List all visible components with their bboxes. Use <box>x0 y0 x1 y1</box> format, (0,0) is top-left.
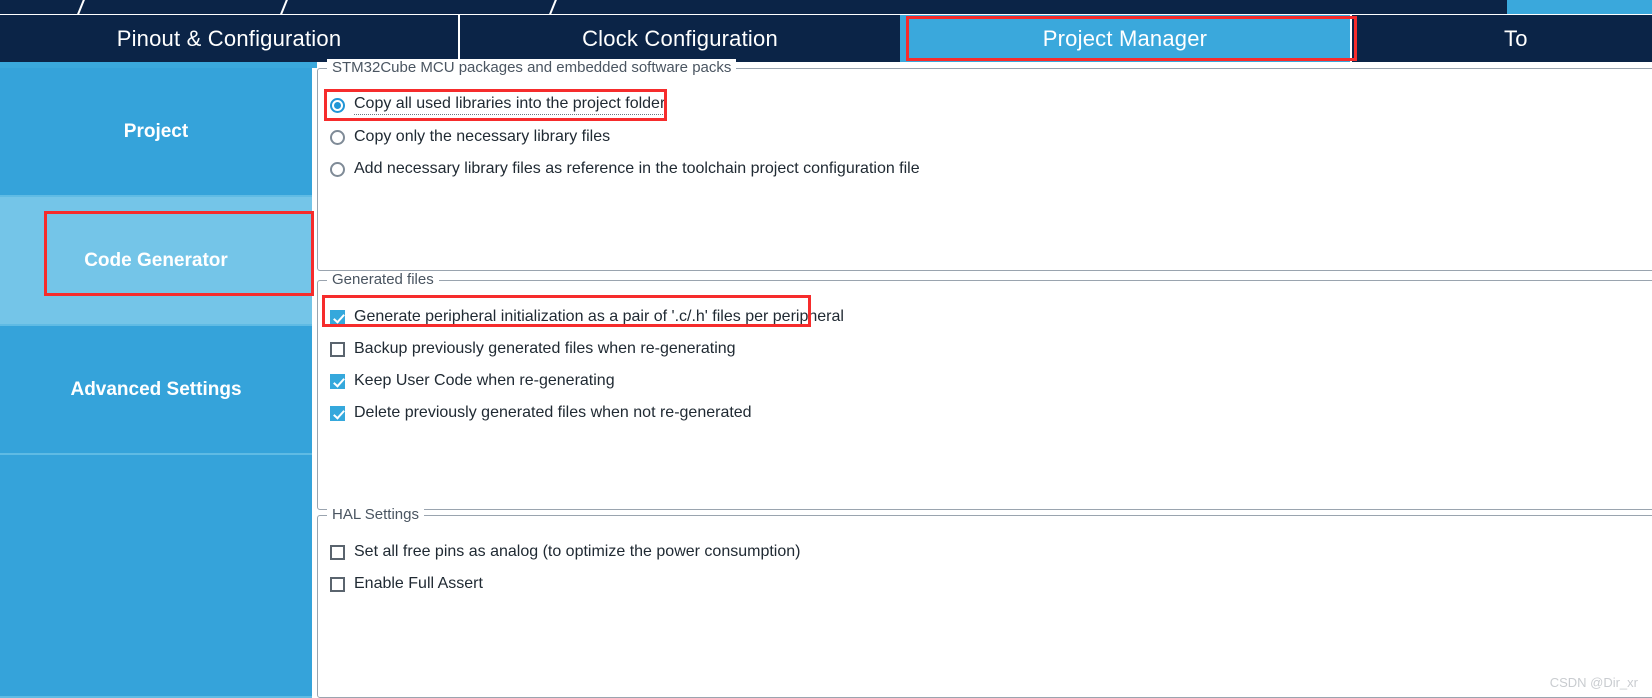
breadcrumb-strip <box>0 0 1652 14</box>
tab-label: Project Manager <box>1042 25 1208 51</box>
radio-row-copy-all-libraries[interactable]: Copy all used libraries into the project… <box>318 89 1652 121</box>
group-mcu-packages: STM32Cube MCU packages and embedded soft… <box>317 59 1652 271</box>
checkbox-icon[interactable] <box>330 373 345 389</box>
radio-button-icon[interactable] <box>330 97 345 113</box>
checkbox-row-free-pins-analog[interactable]: Set all free pins as analog (to optimize… <box>318 536 1652 568</box>
checkbox-label: Generate peripheral initialization as a … <box>354 308 844 325</box>
checkbox-row-enable-full-assert[interactable]: Enable Full Assert <box>318 568 1652 600</box>
group-title: HAL Settings <box>327 506 424 523</box>
checkbox-icon[interactable] <box>330 309 345 325</box>
checkbox-icon[interactable] <box>330 341 345 357</box>
checkbox-row-generate-peripheral-pair[interactable]: Generate peripheral initialization as a … <box>318 301 1652 333</box>
group-body: Copy all used libraries into the project… <box>318 69 1652 185</box>
checkbox-label: Set all free pins as analog (to optimize… <box>354 543 801 560</box>
group-title: Generated files <box>327 271 439 288</box>
tab-clock-configuration[interactable]: Clock Configuration <box>458 15 900 62</box>
sidebar-item-label: Advanced Settings <box>70 378 242 400</box>
sidebar-item-code-generator[interactable]: Code Generator <box>0 197 312 326</box>
watermark: CSDN @Dir_xr <box>1549 675 1638 690</box>
sidebar-item-blank <box>0 455 312 698</box>
checkbox-icon[interactable] <box>330 405 345 421</box>
slash-separator-icon <box>75 0 87 14</box>
group-hal-settings: HAL Settings Set all free pins as analog… <box>317 506 1652 698</box>
slash-separator-icon <box>547 0 559 14</box>
radio-button-icon[interactable] <box>330 129 345 145</box>
sidebar-item-project[interactable]: Project <box>0 68 312 197</box>
sidebar-item-label: Code Generator <box>84 249 228 271</box>
checkbox-row-keep-user-code[interactable]: Keep User Code when re-generating <box>318 365 1652 397</box>
code-generator-panel: STM32Cube MCU packages and embedded soft… <box>317 59 1652 698</box>
slash-separator-icon <box>278 0 290 14</box>
checkbox-label: Delete previously generated files when n… <box>354 404 752 421</box>
checkbox-label: Enable Full Assert <box>354 575 483 592</box>
group-title: STM32Cube MCU packages and embedded soft… <box>327 59 737 76</box>
radio-button-icon[interactable] <box>330 161 345 177</box>
checkbox-row-delete-not-regenerated[interactable]: Delete previously generated files when n… <box>318 397 1652 429</box>
tab-label: To <box>1504 25 1528 51</box>
main-tab-bar: Pinout & Configuration Clock Configurati… <box>0 15 1652 62</box>
checkbox-row-backup-previous[interactable]: Backup previously generated files when r… <box>318 333 1652 365</box>
tab-tools[interactable]: To <box>1350 15 1650 62</box>
radio-label: Copy only the necessary library files <box>354 128 611 145</box>
group-generated-files: Generated files Generate peripheral init… <box>317 271 1652 510</box>
radio-label: Add necessary library files as reference… <box>354 160 920 177</box>
checkbox-icon[interactable] <box>330 544 345 560</box>
tab-label: Clock Configuration <box>582 25 778 51</box>
radio-row-add-as-reference[interactable]: Add necessary library files as reference… <box>318 153 1652 185</box>
breadcrumb-right-accent <box>1507 0 1652 14</box>
tab-label: Pinout & Configuration <box>116 25 342 51</box>
tab-pinout-configuration[interactable]: Pinout & Configuration <box>0 15 458 62</box>
stm32cubemx-window: Pinout & Configuration Clock Configurati… <box>0 0 1652 698</box>
group-body: Set all free pins as analog (to optimize… <box>318 516 1652 600</box>
checkbox-icon[interactable] <box>330 576 345 592</box>
checkbox-label: Backup previously generated files when r… <box>354 340 736 357</box>
group-body: Generate peripheral initialization as a … <box>318 281 1652 429</box>
sidebar-item-advanced-settings[interactable]: Advanced Settings <box>0 326 312 455</box>
checkbox-label: Keep User Code when re-generating <box>354 372 615 389</box>
sidebar-item-label: Project <box>123 120 189 142</box>
project-manager-sidebar: Project Code Generator Advanced Settings <box>0 68 312 698</box>
radio-row-copy-necessary-only[interactable]: Copy only the necessary library files <box>318 121 1652 153</box>
radio-label: Copy all used libraries into the project… <box>354 95 666 115</box>
tab-project-manager[interactable]: Project Manager <box>900 15 1350 62</box>
